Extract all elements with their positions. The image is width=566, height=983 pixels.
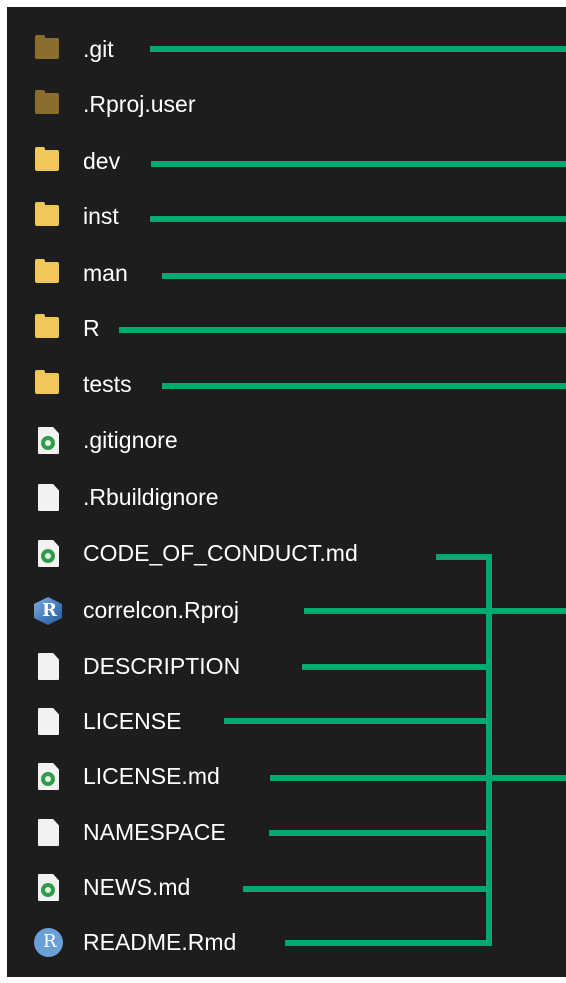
folder-icon xyxy=(30,29,66,69)
list-item[interactable]: CODE_OF_CONDUCT.md xyxy=(30,533,358,573)
list-item[interactable]: DESCRIPTION xyxy=(30,646,240,686)
list-item[interactable]: NEWS.md xyxy=(30,867,190,907)
item-label: NEWS.md xyxy=(83,874,191,900)
list-item[interactable]: LICENSE.md xyxy=(30,756,220,796)
item-label: .git xyxy=(83,36,114,62)
item-label: DESCRIPTION xyxy=(83,653,241,679)
list-item[interactable]: .Rproj.user xyxy=(30,84,195,124)
file-icon xyxy=(30,812,66,852)
markdown-file-icon xyxy=(30,420,66,460)
item-label: dev xyxy=(83,148,121,174)
list-item[interactable]: R README.Rmd xyxy=(30,922,236,962)
list-item[interactable]: tests xyxy=(30,364,132,404)
item-label: README.Rmd xyxy=(83,929,237,955)
item-label: LICENSE xyxy=(83,708,182,734)
item-label: man xyxy=(83,260,128,286)
folder-icon xyxy=(30,141,66,181)
markdown-file-icon xyxy=(30,867,66,907)
list-item[interactable]: .gitignore xyxy=(30,420,178,460)
markdown-file-icon xyxy=(30,533,66,573)
list-item[interactable]: inst xyxy=(30,196,119,236)
folder-icon xyxy=(30,364,66,404)
item-label: .gitignore xyxy=(83,427,178,453)
file-icon xyxy=(30,701,66,741)
folder-icon xyxy=(30,308,66,348)
item-label: tests xyxy=(83,371,132,397)
folder-icon xyxy=(30,253,66,293)
folder-icon xyxy=(30,196,66,236)
item-label: NAMESPACE xyxy=(83,819,226,845)
item-label: .Rbuildignore xyxy=(83,484,219,510)
item-label: CODE_OF_CONDUCT.md xyxy=(83,540,358,566)
folder-icon xyxy=(30,84,66,124)
item-label: LICENSE.md xyxy=(83,763,220,789)
file-icon xyxy=(30,477,66,517)
item-label: R xyxy=(83,315,100,341)
list-item[interactable]: R xyxy=(30,308,100,348)
list-item[interactable]: .git xyxy=(30,29,114,69)
item-label: .Rproj.user xyxy=(83,91,196,117)
rproj-icon: R xyxy=(30,590,66,630)
file-icon xyxy=(30,646,66,686)
list-item[interactable]: .Rbuildignore xyxy=(30,477,219,517)
item-label: inst xyxy=(83,203,119,229)
list-item[interactable]: LICENSE xyxy=(30,701,181,741)
list-item[interactable]: man xyxy=(30,253,128,293)
item-label: correlcon.Rproj xyxy=(83,597,239,623)
list-item[interactable]: dev xyxy=(30,141,120,181)
list-item[interactable]: NAMESPACE xyxy=(30,812,226,852)
markdown-file-icon xyxy=(30,756,66,796)
list-item[interactable]: R correlcon.Rproj xyxy=(30,590,239,630)
r-icon: R xyxy=(30,922,66,962)
